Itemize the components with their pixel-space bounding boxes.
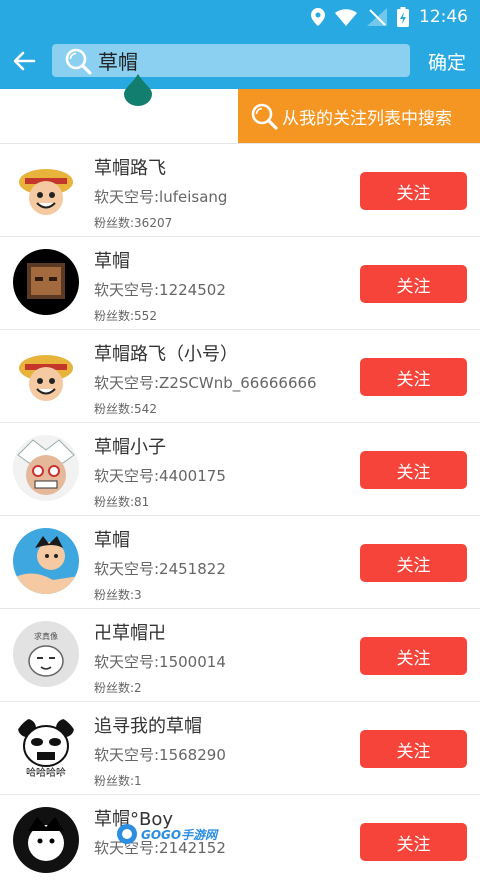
battery-charging-icon (397, 7, 409, 27)
fans-count: 粉丝数:542 (94, 402, 157, 416)
fans-count: 粉丝数:3 (94, 588, 142, 602)
confirm-button[interactable]: 确定 (428, 48, 466, 75)
user-name: 草帽 (94, 251, 130, 272)
follow-button[interactable]: 关注 (360, 451, 467, 489)
search-icon (65, 48, 92, 75)
avatar (13, 807, 79, 873)
follow-button[interactable]: 关注 (360, 172, 467, 210)
fans-count: 粉丝数:552 (94, 309, 157, 323)
avatar: 求真像 (13, 621, 79, 687)
no-signal-icon (367, 8, 387, 26)
user-row[interactable]: 草帽路飞（小号） 软天空号:Z2SCWnb_66666666 粉丝数:542 关… (0, 329, 480, 422)
search-following-label: 从我的关注列表中搜索 (282, 108, 452, 129)
user-name: 草帽路飞（小号） (94, 344, 238, 365)
avatar (13, 435, 79, 501)
avatar (13, 249, 79, 315)
user-id: 软天空号:Z2SCWnb_66666666 (94, 374, 317, 392)
user-row[interactable]: 草帽小子 软天空号:4400175 粉丝数:81 关注 (0, 422, 480, 515)
user-name: 追寻我的草帽 (94, 716, 202, 737)
location-icon (311, 8, 325, 26)
follow-button[interactable]: 关注 (360, 730, 467, 768)
follow-button[interactable]: 关注 (360, 544, 467, 582)
back-arrow-icon[interactable] (10, 47, 38, 75)
user-name: 草帽 (94, 530, 130, 551)
watermark-logo: GOGO手游网 (116, 822, 217, 846)
follow-button[interactable]: 关注 (360, 358, 467, 396)
user-id: 软天空号:4400175 (94, 467, 226, 485)
avatar (13, 156, 79, 222)
status-time: 12:46 (419, 7, 468, 27)
fans-count: 粉丝数:1 (94, 774, 142, 788)
avatar: 哈哈哈哈 (13, 714, 79, 780)
fans-count: 粉丝数:36207 (94, 216, 173, 230)
user-row[interactable]: 草帽°Boy 软天空号:2142152 关注 (0, 794, 480, 887)
search-header: 草帽 确定 (0, 34, 480, 89)
follow-button[interactable]: 关注 (360, 823, 467, 861)
user-row[interactable]: 草帽 软天空号:2451822 粉丝数:3 关注 (0, 515, 480, 608)
search-following-button[interactable]: 从我的关注列表中搜索 (238, 89, 480, 143)
watermark-icon (117, 824, 137, 844)
user-id: 软天空号:1500014 (94, 653, 226, 671)
avatar-meme-text: 哈哈哈哈 (26, 766, 66, 779)
user-id: 软天空号:1224502 (94, 281, 226, 299)
user-result-list: 草帽路飞 软天空号:lufeisang 粉丝数:36207 关注 草帽 软天空号… (0, 143, 480, 887)
follow-button[interactable]: 关注 (360, 637, 467, 675)
user-row[interactable]: 求真像 卍草帽卍 软天空号:1500014 粉丝数:2 关注 (0, 608, 480, 701)
fans-count: 粉丝数:2 (94, 681, 142, 695)
search-query: 草帽 (98, 50, 138, 74)
user-name: 草帽小子 (94, 437, 166, 458)
search-input[interactable]: 草帽 (52, 44, 410, 77)
avatar (13, 528, 79, 594)
wifi-icon (335, 8, 357, 26)
user-id: 软天空号:1568290 (94, 746, 226, 764)
fans-count: 粉丝数:81 (94, 495, 150, 509)
user-row[interactable]: 哈哈哈哈 追寻我的草帽 软天空号:1568290 粉丝数:1 关注 (0, 701, 480, 794)
follow-button[interactable]: 关注 (360, 265, 467, 303)
search-icon (251, 103, 278, 130)
status-bar: 12:46 (0, 0, 480, 34)
avatar (13, 342, 79, 408)
text-cursor-handle[interactable] (124, 74, 152, 106)
watermark-text: GOGO手游网 (141, 827, 218, 842)
avatar-sticker-text: 求真像 (34, 631, 58, 641)
user-row[interactable]: 草帽路飞 软天空号:lufeisang 粉丝数:36207 关注 (0, 143, 480, 236)
user-name: 卍草帽卍 (94, 623, 166, 644)
user-id: 软天空号:lufeisang (94, 188, 228, 206)
user-name: 草帽路飞 (94, 158, 166, 179)
user-row[interactable]: 草帽 软天空号:1224502 粉丝数:552 关注 (0, 236, 480, 329)
user-id: 软天空号:2451822 (94, 560, 226, 578)
